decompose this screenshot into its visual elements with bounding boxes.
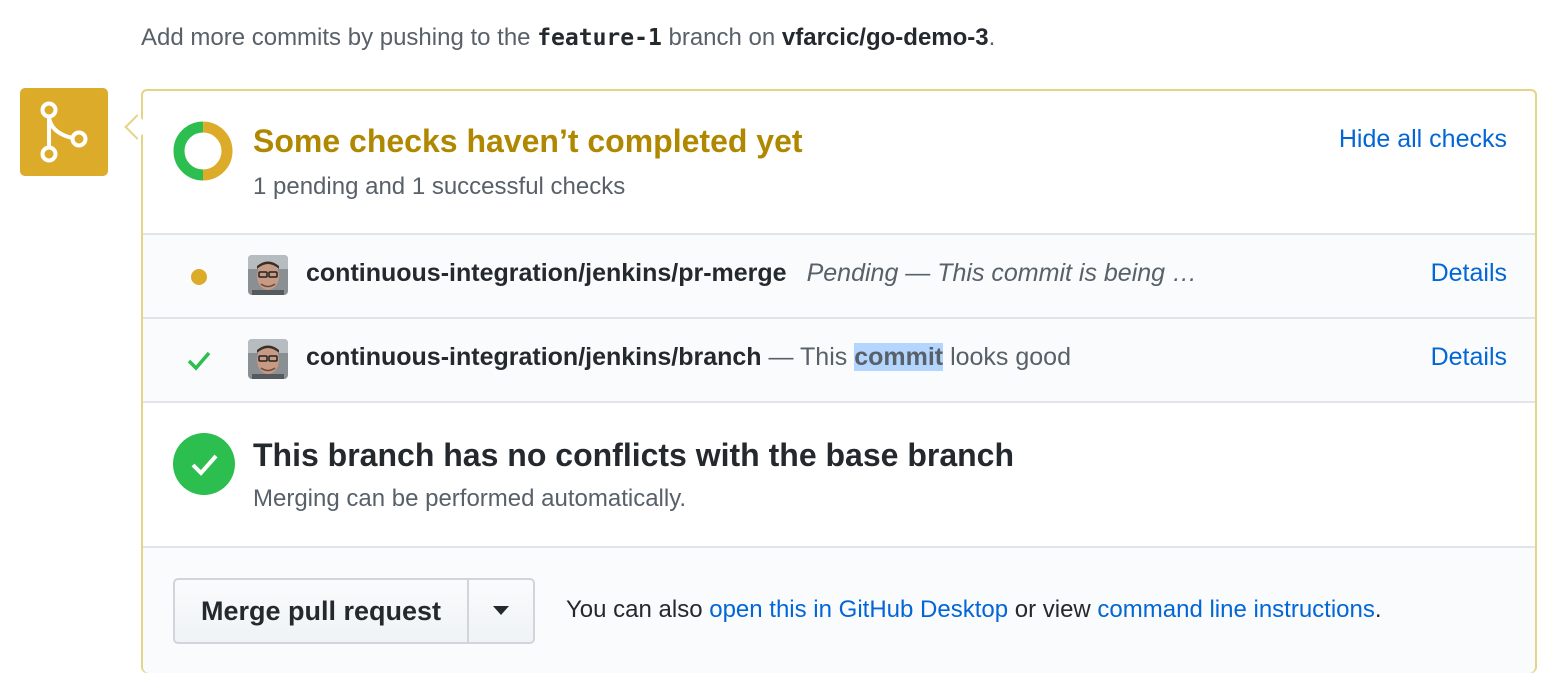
pending-dot-icon: [191, 269, 207, 285]
repo-name: vfarcic/go-demo-3: [781, 24, 989, 51]
checks-title: Some checks haven’t completed yet: [253, 123, 803, 159]
alt-suffix: .: [1374, 596, 1382, 623]
merge-status-title: This branch has no conflicts with the ba…: [253, 437, 1015, 473]
avatar[interactable]: [248, 255, 288, 295]
check-description: Pending — This commit is being …: [806, 259, 1198, 287]
push-hint-middle: branch on: [661, 24, 782, 51]
check-row: continuous-integration/jenkins/pr-merge P…: [143, 233, 1535, 317]
open-in-desktop-link[interactable]: open this in GitHub Desktop: [709, 596, 1008, 623]
selected-text: commit: [854, 343, 944, 371]
branch-name: feature-1: [537, 25, 662, 51]
checks-summary: Some checks haven’t completed yet 1 pend…: [143, 91, 1535, 235]
merge-pull-request-button[interactable]: Merge pull request: [175, 580, 470, 642]
push-hint-suffix: .: [988, 24, 996, 51]
push-hint-prefix: Add more commits by pushing to the: [141, 24, 538, 51]
checks-subtitle: 1 pending and 1 successful checks: [253, 173, 626, 200]
check-description-suffix: looks good: [943, 343, 1071, 371]
merge-box: Some checks haven’t completed yet 1 pend…: [141, 89, 1537, 673]
alt-middle: or view: [1008, 596, 1098, 623]
jenkins-avatar-image: [248, 339, 288, 379]
merge-alternatives: You can also open this in GitHub Desktop…: [566, 596, 1382, 624]
avatar[interactable]: [248, 339, 288, 379]
merge-method-dropdown[interactable]: [469, 580, 533, 642]
merge-status-subtitle: Merging can be performed automatically.: [253, 485, 687, 512]
details-link[interactable]: Details: [1431, 259, 1507, 288]
alt-prefix: You can also: [566, 596, 710, 623]
command-line-instructions-link[interactable]: command line instructions: [1097, 596, 1374, 623]
merge-actions: Merge pull request You can also open thi…: [143, 546, 1535, 673]
success-check-circle-icon: [173, 433, 235, 495]
checks-progress-icon: [173, 121, 233, 181]
check-context-name: continuous-integration/jenkins/branch: [306, 343, 762, 371]
check-context-name: continuous-integration/jenkins/pr-merge: [306, 259, 787, 287]
details-link[interactable]: Details: [1431, 343, 1507, 372]
caret-down-icon: [493, 606, 510, 615]
check-description-prefix: — This: [761, 343, 855, 371]
git-merge-icon: [40, 101, 88, 163]
check-row: continuous-integration/jenkins/branch — …: [143, 317, 1535, 401]
check-icon: [187, 351, 211, 371]
jenkins-avatar-image: [248, 255, 288, 295]
merge-icon-badge: [20, 88, 108, 176]
check-context: continuous-integration/jenkins/pr-merge P…: [306, 259, 1197, 288]
merge-button-group: Merge pull request: [173, 578, 536, 644]
push-hint: Add more commits by pushing to the featu…: [141, 24, 995, 52]
hide-all-checks-link[interactable]: Hide all checks: [1339, 125, 1507, 154]
check-context: continuous-integration/jenkins/branch — …: [306, 343, 1071, 372]
merge-status: This branch has no conflicts with the ba…: [143, 401, 1535, 546]
